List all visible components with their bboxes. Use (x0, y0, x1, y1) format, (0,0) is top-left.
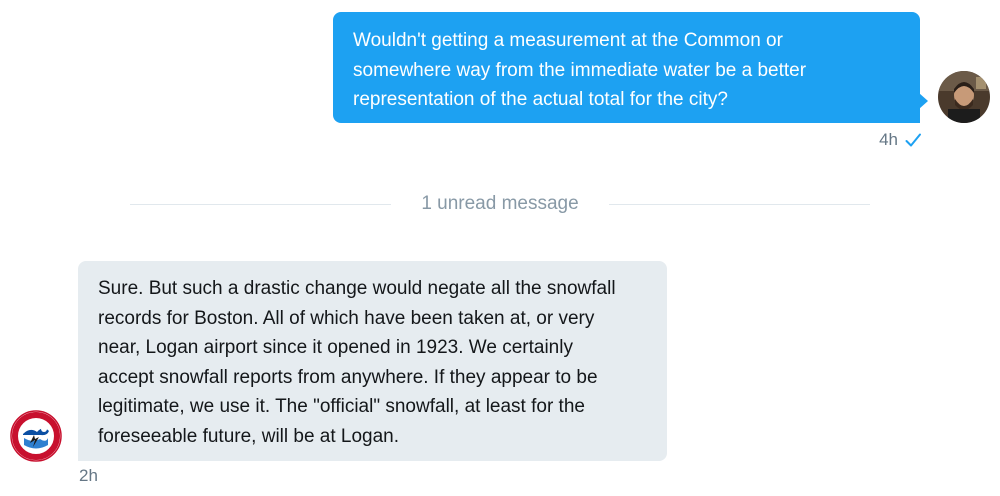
unread-label: 1 unread message (421, 193, 579, 214)
message-line: legitimate, we use it. The "official" sn… (98, 396, 585, 418)
incoming-timestamp: 2h (79, 466, 98, 485)
message-line: near, Logan airport since it opened in 1… (98, 337, 573, 359)
user-avatar[interactable] (938, 71, 990, 123)
incoming-message-bubble[interactable]: Sure. But such a drastic change would ne… (78, 261, 667, 461)
outgoing-message-bubble[interactable]: Wouldn't getting a measurement at the Co… (333, 12, 928, 123)
checkmark-icon (904, 131, 922, 149)
message-line: somewhere way from the immediate water b… (353, 59, 807, 81)
outgoing-timestamp: 4h (879, 130, 898, 149)
message-line: Wouldn't getting a measurement at the Co… (353, 30, 783, 51)
message-line: accept snowfall reports from anywhere. I… (98, 366, 598, 388)
message-line: representation of the actual total for t… (353, 89, 728, 110)
message-line: foreseeable future, will be at Logan. (98, 425, 400, 447)
nws-logo-avatar[interactable] (10, 410, 62, 462)
message-line: Sure. But such a drastic change would ne… (98, 278, 616, 299)
outgoing-message-meta: 4h (879, 130, 922, 150)
conversation-view: Wouldn't getting a measurement at the Co… (0, 0, 1000, 496)
divider-line (608, 203, 871, 205)
unread-divider: 1 unread message (130, 191, 871, 217)
divider-line (130, 203, 392, 205)
message-line: records for Boston. All of which have be… (98, 307, 595, 329)
